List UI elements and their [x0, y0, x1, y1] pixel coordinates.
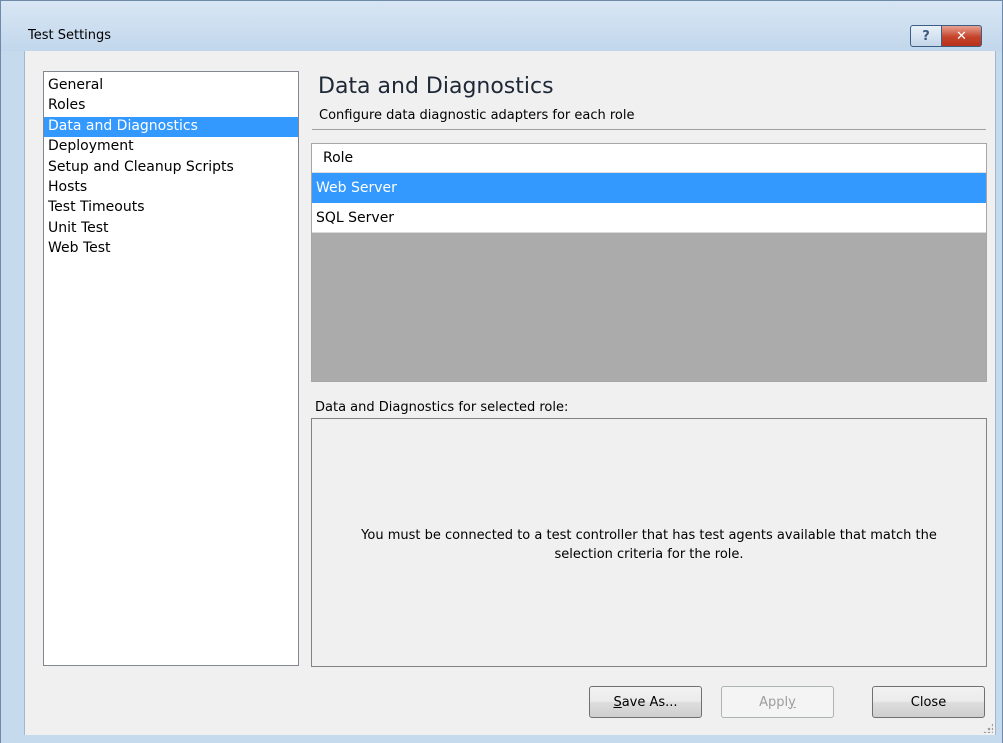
help-button[interactable]: ?	[910, 25, 942, 47]
dialog-client-area: General Roles Data and Diagnostics Deplo…	[24, 51, 996, 735]
apply-button[interactable]: Appl y	[721, 686, 834, 718]
category-item-test-timeouts[interactable]: Test Timeouts	[44, 198, 298, 218]
divider	[312, 129, 986, 130]
category-item-hosts[interactable]: Hosts	[44, 178, 298, 198]
diagnostics-panel: You must be connected to a test controll…	[311, 418, 987, 667]
close-window-button[interactable]: ✕	[942, 25, 982, 47]
diagnostics-message: You must be connected to a test controll…	[361, 528, 937, 562]
close-button[interactable]: Close	[872, 686, 985, 718]
help-icon: ?	[922, 28, 930, 44]
category-item-web-test[interactable]: Web Test	[44, 239, 298, 259]
roles-grid[interactable]: Role Web Server SQL Server	[311, 143, 987, 382]
apply-label-prefix: Appl	[759, 694, 789, 710]
save-as-mnemonic: S	[613, 694, 622, 710]
category-item-general[interactable]: General	[44, 76, 298, 96]
category-item-data-and-diagnostics[interactable]: Data and Diagnostics	[44, 116, 298, 138]
grid-row-web-server[interactable]: Web Server	[312, 173, 986, 203]
caption-buttons: ? ✕	[910, 25, 982, 47]
dialog-window: Test Settings ? ✕ General Roles Data and…	[0, 0, 1003, 743]
category-item-deployment[interactable]: Deployment	[44, 137, 298, 157]
category-item-unit-test[interactable]: Unit Test	[44, 219, 298, 239]
title-bar[interactable]: Test Settings ? ✕	[1, 1, 1002, 51]
window-title: Test Settings	[28, 28, 112, 43]
diagnostics-label: Data and Diagnostics for selected role:	[315, 400, 569, 415]
section-title: Data and Diagnostics	[318, 74, 554, 99]
category-item-roles[interactable]: Roles	[44, 96, 298, 116]
grid-row-sql-server[interactable]: SQL Server	[312, 203, 986, 233]
close-icon: ✕	[956, 28, 967, 44]
apply-mnemonic: y	[788, 694, 796, 710]
save-as-label-rest: ave As...	[621, 694, 678, 710]
save-as-button[interactable]: Save As...	[589, 686, 702, 718]
grid-header-role[interactable]: Role	[312, 144, 986, 173]
section-subtitle: Configure data diagnostic adapters for e…	[319, 108, 635, 123]
close-label: Close	[910, 694, 947, 710]
category-item-setup-and-cleanup-scripts[interactable]: Setup and Cleanup Scripts	[44, 158, 298, 178]
resize-grip[interactable]	[983, 723, 993, 733]
settings-category-list[interactable]: General Roles Data and Diagnostics Deplo…	[43, 71, 299, 666]
